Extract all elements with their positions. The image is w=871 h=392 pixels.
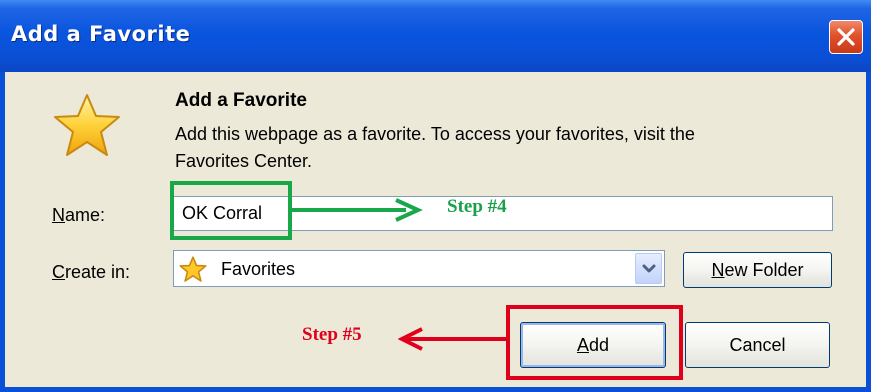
- favorites-star-icon: [179, 256, 207, 282]
- dialog-description: Add this webpage as a favorite. To acces…: [175, 121, 835, 175]
- description-line-2: Favorites Center.: [175, 151, 313, 171]
- title-bar[interactable]: Add a Favorite: [0, 0, 871, 72]
- close-button[interactable]: [829, 20, 863, 54]
- new-folder-button[interactable]: New Folder: [683, 252, 832, 288]
- create-in-label-rest: reate in:: [65, 262, 131, 282]
- close-icon: [837, 28, 855, 46]
- name-label-rest: ame:: [65, 205, 106, 225]
- description-line-1: Add this webpage as a favorite. To acces…: [175, 124, 695, 144]
- window-title: Add a Favorite: [11, 22, 191, 46]
- create-in-value: Favorites: [221, 259, 296, 279]
- dialog-heading: Add a Favorite: [175, 90, 307, 111]
- chevron-down-icon: [642, 264, 656, 273]
- name-label: Name:: [52, 205, 105, 226]
- step4-label: Step #4: [447, 196, 507, 217]
- create-in-label-accel: C: [52, 262, 65, 282]
- step5-arrow-icon: [398, 327, 508, 351]
- step5-label: Step #5: [302, 324, 362, 345]
- step4-arrow-icon: [292, 198, 423, 222]
- new-folder-rest: ew Folder: [724, 260, 804, 280]
- create-in-label: Create in:: [52, 262, 130, 283]
- dropdown-button[interactable]: [635, 253, 662, 284]
- step5-highlight-box: [506, 305, 683, 380]
- cancel-button[interactable]: Cancel: [685, 322, 830, 368]
- star-icon: [54, 94, 120, 156]
- new-folder-accel: N: [711, 260, 725, 280]
- step4-highlight-box: [170, 181, 292, 240]
- name-label-accel: N: [52, 205, 65, 225]
- create-in-select[interactable]: Favorites: [173, 250, 665, 287]
